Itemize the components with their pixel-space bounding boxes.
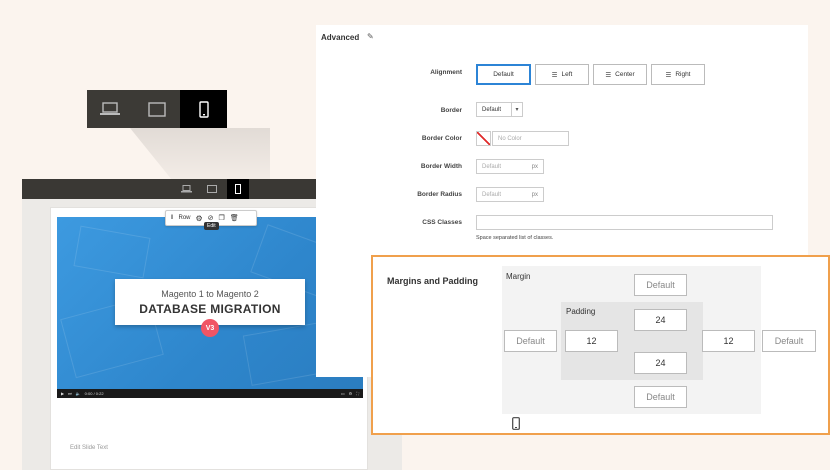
align-center-button[interactable]: ☰ Center bbox=[593, 64, 647, 85]
editor-mobile-button[interactable] bbox=[227, 179, 249, 199]
padding-left-input[interactable]: 12 bbox=[565, 330, 618, 352]
play-icon[interactable]: ▶ bbox=[61, 391, 64, 396]
margins-padding-title: Margins and Padding bbox=[387, 276, 479, 286]
tablet-icon bbox=[148, 101, 166, 117]
drag-handle-icon[interactable]: ‖ bbox=[171, 215, 173, 221]
chevron-down-icon: ▾ bbox=[511, 103, 522, 116]
video-subtitle: Magento 1 to Magento 2 bbox=[161, 289, 259, 299]
desktop-icon bbox=[100, 102, 121, 115]
version-badge: V3 bbox=[201, 319, 219, 337]
align-right-icon: ☰ bbox=[665, 71, 672, 79]
padding-label: Padding bbox=[566, 307, 596, 316]
border-radius-placeholder: Default bbox=[482, 191, 502, 198]
border-width-input[interactable]: Default px bbox=[476, 159, 544, 174]
border-radius-label: Border Radius bbox=[417, 191, 462, 198]
settings-icon[interactable]: ⚙ bbox=[349, 391, 353, 396]
mobile-icon bbox=[198, 100, 209, 118]
row-label: Row bbox=[178, 215, 191, 221]
align-default-button[interactable]: Default bbox=[476, 64, 531, 85]
border-color-placeholder: No Color bbox=[498, 135, 522, 142]
editor-desktop-button[interactable] bbox=[175, 179, 197, 199]
fullscreen-icon[interactable]: ⛶ bbox=[356, 391, 359, 396]
border-width-placeholder: Default bbox=[482, 163, 502, 170]
editor-tablet-button[interactable] bbox=[201, 179, 223, 199]
padding-right-input[interactable]: 12 bbox=[702, 330, 755, 352]
gear-icon[interactable]: ⚙ bbox=[196, 214, 203, 223]
align-center-label: Center bbox=[615, 71, 635, 78]
css-classes-help: Space separated list of classes. bbox=[476, 235, 554, 241]
edit-tooltip: Edit bbox=[204, 222, 219, 230]
margin-right-input[interactable]: Default bbox=[762, 330, 816, 352]
video-controls: ▶ ⏭ 🔈 0:00 / 0:22 ▭ ⚙ ⛶ bbox=[57, 389, 363, 398]
tablet-icon bbox=[207, 185, 217, 193]
align-center-icon: ☰ bbox=[605, 71, 612, 79]
margin-left-input[interactable]: Default bbox=[504, 330, 557, 352]
margin-top-input[interactable]: Default bbox=[634, 274, 687, 296]
video-time: 0:00 / 0:22 bbox=[84, 391, 104, 396]
mobile-view-button[interactable] bbox=[180, 90, 228, 128]
switcher-shadow bbox=[130, 128, 270, 180]
margin-label: Margin bbox=[506, 272, 531, 281]
mobile-icon bbox=[512, 417, 520, 430]
margins-padding-panel: Margins and Padding Margin Padding Defau… bbox=[371, 255, 830, 435]
desktop-icon bbox=[180, 185, 192, 193]
align-left-label: Left bbox=[561, 71, 573, 78]
volume-icon[interactable]: 🔈 bbox=[76, 391, 81, 396]
next-icon[interactable]: ⏭ bbox=[68, 391, 72, 396]
tablet-view-button[interactable] bbox=[134, 90, 181, 128]
css-classes-label: CSS Classes bbox=[422, 219, 462, 226]
align-default-label: Default bbox=[493, 71, 514, 78]
border-width-unit: px bbox=[531, 163, 538, 170]
advanced-title: Advanced bbox=[321, 33, 360, 42]
border-radius-unit: px bbox=[531, 191, 538, 198]
device-switcher bbox=[87, 90, 228, 128]
margin-bottom-input[interactable]: Default bbox=[634, 386, 687, 408]
align-left-button[interactable]: ☰ Left bbox=[535, 64, 589, 85]
pencil-icon[interactable]: ✎ bbox=[367, 32, 374, 41]
alignment-label: Alignment bbox=[430, 69, 462, 76]
align-right-button[interactable]: ☰ Right bbox=[651, 64, 705, 85]
color-swatch[interactable] bbox=[476, 131, 491, 146]
padding-bottom-input[interactable]: 24 bbox=[634, 352, 687, 374]
mobile-icon bbox=[235, 184, 241, 194]
visibility-icon[interactable]: ⊘ bbox=[208, 214, 214, 222]
border-label: Border bbox=[440, 107, 462, 114]
css-classes-input[interactable] bbox=[476, 215, 773, 230]
padding-top-input[interactable]: 24 bbox=[634, 309, 687, 331]
captions-icon[interactable]: ▭ bbox=[341, 391, 345, 396]
trash-icon[interactable]: 🗑 bbox=[230, 214, 239, 222]
video-title: DATABASE MIGRATION bbox=[139, 302, 281, 316]
align-right-label: Right bbox=[675, 71, 691, 78]
border-color-label: Border Color bbox=[421, 135, 462, 142]
slide-text[interactable]: Edit Slide Text bbox=[70, 445, 108, 451]
align-left-icon: ☰ bbox=[551, 71, 558, 79]
duplicate-icon[interactable]: ❐ bbox=[219, 214, 225, 222]
desktop-view-button[interactable] bbox=[87, 90, 134, 128]
border-width-label: Border Width bbox=[420, 163, 462, 170]
border-select-value: Default bbox=[482, 106, 502, 113]
border-radius-input[interactable]: Default px bbox=[476, 187, 544, 202]
border-color-input[interactable]: No Color bbox=[492, 131, 569, 146]
border-select[interactable]: Default ▾ bbox=[476, 102, 523, 117]
